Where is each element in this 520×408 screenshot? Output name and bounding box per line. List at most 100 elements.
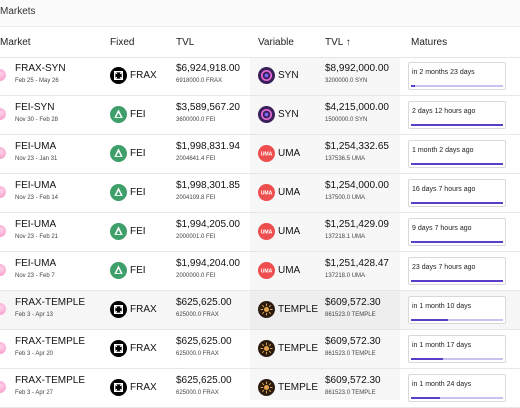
fixed-tvl-amount: 2000001.0 FEI [176,234,216,240]
market-dates: Feb 3 - Apr 20 [15,351,54,357]
variable-tvl: $609,572.30 [325,297,381,308]
temple-icon [258,340,275,357]
column-header-market[interactable]: Market [0,37,31,48]
table-row[interactable]: FEI-SYN Nov 30 - Feb 28 FEI $3,589,567.20 36… [0,96,520,135]
svg-text:UMA: UMA [261,191,273,197]
fixed-token: FEI [130,187,146,198]
fixed-token: FEI [130,109,146,120]
column-header-matures[interactable]: Matures [411,37,447,48]
maturity-box: 9 days 7 hours ago [408,218,506,246]
maturity-progress-fill [411,280,503,282]
column-header-tvl[interactable]: TVL [176,37,194,48]
market-name: FEI-UMA [15,141,57,152]
fei-icon [110,223,127,240]
frax-icon [110,67,127,84]
maturity-text: in 1 month 17 days [412,342,472,349]
variable-token: SYN [278,109,299,120]
variable-token: TEMPLE [278,343,319,354]
temple-icon [258,379,275,396]
column-header-variable[interactable]: Variable [258,37,294,48]
market-token-icon [0,264,6,276]
maturity-text: 16 days 7 hours ago [412,186,476,193]
maturity-progress-track [411,124,503,126]
fixed-tvl-amount: 3600000.0 FEI [176,117,216,123]
maturity-box: 2 days 12 hours ago [408,101,506,129]
maturity-progress-track [411,241,503,243]
table-row[interactable]: FEI-UMA Nov 23 - Feb 7 FEI $1,994,204.00 200… [0,252,520,291]
fixed-tvl-amount: 2000000.0 FEI [176,273,216,279]
maturity-text: 1 month 2 days ago [412,147,474,154]
variable-tvl-amount: 861523.0 TEMPLE [325,312,376,318]
column-header-tvl-label: TVL [325,37,343,48]
maturity-text: in 1 month 10 days [412,303,472,310]
page-title: Markets [0,6,36,17]
market-name: FEI-UMA [15,258,57,269]
variable-tvl-amount: 861523.0 TEMPLE [325,390,376,396]
market-token-icon [0,147,6,159]
table-row[interactable]: FRAX-TEMPLE Feb 3 - Apr 20 FRAX $625,625.00… [0,330,520,369]
variable-token: UMA [278,265,301,276]
market-dates: Nov 23 - Jan 31 [15,156,58,162]
table-row[interactable]: FEI-UMA Nov 23 - Feb 21 FEI $1,994,205.00 20… [0,213,520,252]
table-row[interactable]: FRAX-TEMPLE Feb 3 - Apr 13 FRAX $625,625.00… [0,291,520,330]
table-row[interactable]: FRAX-SYN Feb 25 - May 26 FRAX $6,924,918.00… [0,57,520,96]
maturity-progress-track [411,202,503,204]
fixed-token: FRAX [130,343,157,354]
market-name: FRAX-SYN [15,63,66,74]
fixed-token: FEI [130,265,146,276]
fei-icon [110,145,127,162]
variable-tvl: $1,251,428.47 [325,258,389,269]
maturity-progress-track [411,163,503,165]
maturity-progress-track [411,280,503,282]
fixed-tvl: $625,625.00 [176,375,232,386]
maturity-text: 2 days 12 hours ago [412,108,476,115]
column-header-fixed[interactable]: Fixed [110,37,134,48]
variable-tvl-amount: 137500.0 UMA [325,195,366,201]
maturity-box: in 1 month 10 days [408,296,506,324]
maturity-box: in 2 months 23 days [408,62,506,90]
markets-header-bar: Markets [0,0,520,27]
uma-icon: UMA [258,223,275,240]
maturity-text: in 2 months 23 days [412,69,475,76]
fei-icon [110,106,127,123]
variable-token: TEMPLE [278,382,319,393]
market-dates: Nov 23 - Feb 21 [15,234,59,240]
fixed-tvl: $3,589,567.20 [176,102,240,113]
market-token-icon [0,342,6,354]
svg-text:UMA: UMA [261,152,273,158]
market-token-icon [0,303,6,315]
fixed-tvl: $1,994,205.00 [176,219,240,230]
market-token-icon [0,225,6,237]
variable-tvl-amount: 3200000.0 SYN [325,78,368,84]
variable-tvl-amount: 137536.5 UMA [325,156,366,162]
fixed-tvl-amount: 625000.0 FRAX [176,312,219,318]
svg-text:UMA: UMA [261,269,273,275]
fixed-tvl: $1,994,204.00 [176,258,240,269]
table-row[interactable]: FRAX-TEMPLE Feb 3 - Apr 27 FRAX $625,625.00… [0,369,520,408]
syn-icon [258,106,275,123]
maturity-progress-fill [411,85,415,87]
fixed-tvl: $1,998,831.94 [176,141,240,152]
column-header-tvl-sorted[interactable]: TVL ↑ [325,37,351,48]
market-name: FEI-SYN [15,102,55,113]
fixed-token: FRAX [130,304,157,315]
variable-tvl-amount: 137218.0 UMA [325,273,366,279]
fixed-token: FRAX [130,70,157,81]
fixed-tvl: $625,625.00 [176,336,232,347]
market-token-icon [0,381,6,393]
market-token-icon [0,186,6,198]
table-row[interactable]: FEI-UMA Nov 23 - Feb 14 FEI $1,998,301.85 20… [0,174,520,213]
temple-icon [258,301,275,318]
table-header-row: Market Fixed TVL Variable TVL ↑ Matures [0,27,520,58]
maturity-progress-track [411,397,503,399]
variable-tvl: $8,992,000.00 [325,63,389,74]
table-row[interactable]: FEI-UMA Nov 23 - Jan 31 FEI $1,998,831.94 20… [0,135,520,174]
maturity-progress-track [411,319,503,321]
maturity-progress-track [411,85,503,87]
fei-icon [110,262,127,279]
fixed-tvl-amount: 2004109.8 FEI [176,195,216,201]
market-token-icon [0,108,6,120]
fixed-tvl: $6,924,918.00 [176,63,240,74]
market-dates: Nov 30 - Feb 28 [15,117,59,123]
maturity-box: 1 month 2 days ago [408,140,506,168]
